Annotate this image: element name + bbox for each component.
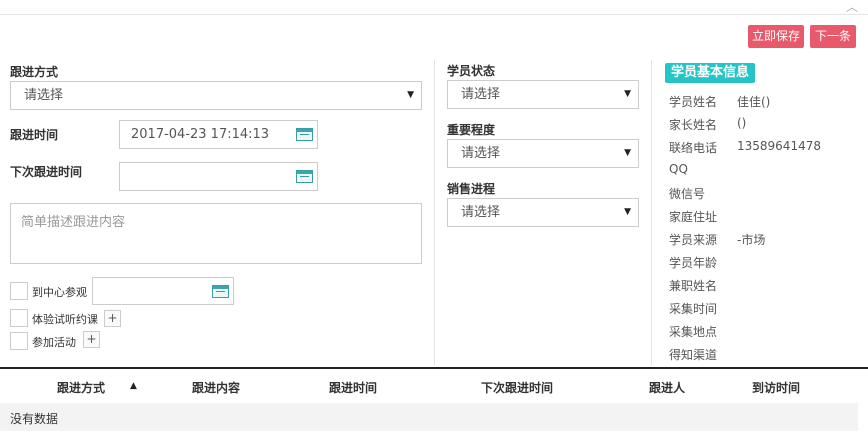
info-key: 微信号 (669, 187, 706, 201)
info-value: 13589641478 (737, 139, 821, 153)
column-divider (651, 60, 652, 365)
dropdown-arrow-icon: ▼ (624, 148, 631, 158)
info-value: -市场 (737, 233, 766, 247)
add-activity-button[interactable]: + (83, 331, 100, 348)
top-divider (0, 14, 868, 15)
sales-progress-value: 请选择 (461, 205, 501, 220)
trial-class-label: 体验试听约课 (32, 313, 98, 326)
info-key: 学员年龄 (669, 256, 718, 270)
follow-method-label: 跟进方式 (10, 65, 59, 79)
info-key: QQ (669, 162, 688, 176)
info-value: () (737, 116, 747, 130)
collapse-chevron-icon[interactable]: ︿ (846, 0, 858, 15)
activity-checkbox[interactable] (10, 332, 28, 350)
info-key: 联络电话 (669, 141, 718, 155)
follow-method-select[interactable]: 请选择 ▼ (10, 81, 422, 110)
follow-time-input[interactable]: 2017-04-23 17:14:13 (119, 120, 318, 149)
visit-center-label: 到中心参观 (32, 286, 87, 299)
follow-content-textarea[interactable]: 简单描述跟进内容 (10, 203, 422, 264)
info-key: 兼职姓名 (669, 279, 718, 293)
visit-center-date-input[interactable] (92, 277, 234, 305)
info-key: 家长姓名 (669, 118, 718, 132)
info-key: 家庭住址 (669, 210, 718, 224)
dropdown-arrow-icon: ▼ (624, 207, 631, 217)
importance-value: 请选择 (461, 146, 501, 161)
column-header-next-follow-time[interactable]: 下次跟进时间 (481, 379, 553, 396)
column-header-follow-method[interactable]: 跟进方式 (57, 379, 105, 396)
sales-progress-select[interactable]: 请选择 ▼ (447, 198, 639, 227)
info-key: 学员姓名 (669, 95, 718, 109)
info-key: 得知渠道 (669, 348, 718, 362)
student-status-value: 请选择 (461, 87, 501, 102)
calendar-icon[interactable] (212, 285, 229, 298)
sort-ascending-icon[interactable]: ▲ (130, 381, 137, 391)
next-record-button[interactable]: 下一条 (810, 25, 856, 48)
save-now-button[interactable]: 立即保存 (748, 25, 804, 48)
info-key: 学员来源 (669, 233, 718, 247)
importance-select[interactable]: 请选择 ▼ (447, 139, 639, 168)
add-trial-class-button[interactable]: + (104, 310, 121, 327)
activity-label: 参加活动 (32, 336, 76, 349)
follow-time-value: 2017-04-23 17:14:13 (131, 127, 270, 142)
student-info-title: 学员基本信息 (665, 63, 756, 83)
empty-table-text: 没有数据 (10, 412, 59, 426)
visit-center-checkbox[interactable] (10, 282, 28, 300)
column-divider (434, 60, 435, 365)
sales-progress-label: 销售进程 (447, 182, 496, 196)
next-follow-time-input[interactable] (119, 162, 318, 191)
info-key: 采集时间 (669, 302, 718, 316)
dropdown-arrow-icon: ▼ (624, 89, 631, 99)
importance-label: 重要程度 (447, 123, 496, 137)
column-header-visit-time[interactable]: 到访时间 (752, 379, 800, 396)
trial-class-checkbox[interactable] (10, 309, 28, 327)
column-header-follow-content[interactable]: 跟进内容 (192, 379, 240, 396)
info-value: 佳佳() (737, 95, 771, 109)
info-key: 采集地点 (669, 325, 718, 339)
student-status-label: 学员状态 (447, 64, 496, 78)
table-row (0, 403, 858, 431)
calendar-icon[interactable] (296, 128, 313, 141)
follow-time-label: 跟进时间 (10, 128, 59, 142)
next-follow-time-label: 下次跟进时间 (10, 165, 83, 179)
calendar-icon[interactable] (296, 170, 313, 183)
follow-method-value: 请选择 (24, 88, 64, 103)
column-header-follow-time[interactable]: 跟进时间 (329, 379, 377, 396)
dropdown-arrow-icon: ▼ (407, 90, 414, 100)
student-status-select[interactable]: 请选择 ▼ (447, 80, 639, 109)
column-header-follower[interactable]: 跟进人 (649, 379, 685, 396)
